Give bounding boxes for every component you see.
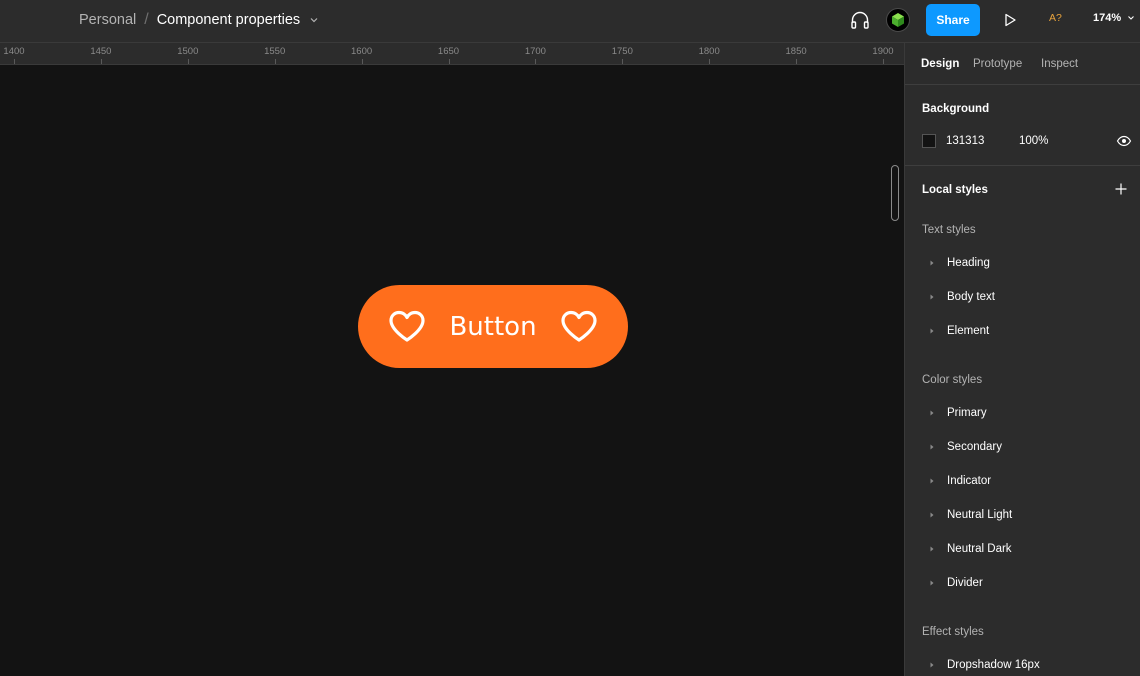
missing-fonts-indicator[interactable]: A?: [1049, 12, 1062, 24]
design-canvas[interactable]: Button: [0, 65, 904, 676]
ruler-tick-mark: [448, 59, 450, 64]
heart-icon: [560, 310, 598, 344]
style-label: Neutral Dark: [947, 543, 1012, 555]
properties-panel: Design Prototype Inspect Background 1313…: [904, 43, 1140, 676]
ruler-tick-mark: [535, 59, 537, 64]
color-style-item[interactable]: Divider: [922, 573, 1132, 593]
style-label: Divider: [947, 577, 983, 589]
ruler-tick-label: 1800: [698, 46, 720, 57]
tab-prototype[interactable]: Prototype: [973, 58, 1022, 70]
color-style-item[interactable]: Neutral Light: [922, 505, 1132, 525]
text-style-item[interactable]: Heading: [922, 253, 1132, 273]
ruler-tick-mark: [709, 59, 711, 64]
heart-icon: [388, 310, 426, 344]
top-toolbar: Personal / Component properties Share A?…: [0, 0, 1140, 43]
style-label: Indicator: [947, 475, 992, 487]
style-label: Neutral Light: [947, 509, 1013, 521]
style-label: Primary: [947, 407, 987, 419]
color-styles-heading: Color styles: [922, 374, 983, 386]
ruler-tick-mark: [14, 59, 15, 64]
effect-styles-heading: Effect styles: [922, 626, 984, 638]
ruler-tick-label: 1450: [90, 46, 112, 57]
zoom-dropdown[interactable]: 174%: [1093, 12, 1135, 24]
style-label: Element: [947, 325, 990, 337]
background-opacity-value[interactable]: 100%: [1019, 135, 1048, 147]
section-divider: [905, 165, 1140, 166]
zoom-level: 174%: [1093, 12, 1122, 24]
caret-right-icon: [928, 661, 936, 669]
color-style-item[interactable]: Secondary: [922, 437, 1132, 457]
ruler-tick-label: 1550: [264, 46, 286, 57]
ruler-tick-mark: [100, 59, 102, 64]
headphones-icon[interactable]: [849, 9, 871, 31]
caret-right-icon: [928, 579, 936, 587]
button-component[interactable]: Button: [358, 285, 628, 368]
caret-right-icon: [928, 477, 936, 485]
panel-tabs: Design Prototype Inspect: [905, 43, 1140, 85]
style-label: Secondary: [947, 441, 1002, 453]
ruler-tick-label: 1850: [785, 46, 807, 57]
button-label: Button: [449, 311, 537, 342]
background-section-title: Background: [922, 103, 990, 115]
chevron-down-icon: [1127, 14, 1135, 22]
background-fill-row[interactable]: 131313 100%: [922, 133, 1132, 149]
ruler-tick-mark: [883, 59, 884, 64]
style-label: Body text: [947, 291, 995, 303]
ruler-tick-label: 1750: [611, 46, 633, 57]
avatar[interactable]: [886, 8, 910, 32]
text-styles-heading: Text styles: [922, 224, 976, 236]
ruler-tick-mark: [796, 59, 798, 64]
horizontal-ruler: 1400 1450 1500 1550 1600 1650 1700 1750 1800 1850…: [0, 43, 904, 65]
ruler-tick-label: 1600: [351, 46, 373, 57]
play-icon[interactable]: [1001, 11, 1019, 29]
ruler-tick-mark: [622, 59, 624, 64]
eye-icon[interactable]: [1116, 133, 1132, 149]
effect-style-item[interactable]: Dropshadow 16px: [922, 655, 1132, 675]
text-style-item[interactable]: Element: [922, 321, 1132, 341]
caret-right-icon: [928, 511, 936, 519]
ruler-tick-mark: [274, 59, 276, 64]
caret-right-icon: [928, 545, 936, 553]
file-title[interactable]: Component properties: [157, 12, 300, 28]
ruler-tick-label: 1900: [872, 46, 894, 57]
style-label: Dropshadow 16px: [947, 659, 1040, 671]
ruler-tick-label: 1500: [177, 46, 199, 57]
background-hex-value[interactable]: 131313: [946, 135, 1019, 147]
caret-right-icon: [928, 259, 936, 267]
tab-design[interactable]: Design: [921, 58, 959, 70]
breadcrumb-team[interactable]: Personal: [79, 12, 136, 28]
ruler-tick-label: 1400: [3, 46, 25, 57]
breadcrumb: Personal / Component properties: [79, 0, 319, 40]
caret-right-icon: [928, 327, 936, 335]
color-style-item[interactable]: Primary: [922, 403, 1132, 423]
tab-inspect[interactable]: Inspect: [1041, 58, 1078, 70]
caret-right-icon: [928, 409, 936, 417]
color-style-item[interactable]: Neutral Dark: [922, 539, 1132, 559]
caret-right-icon: [928, 443, 936, 451]
share-button[interactable]: Share: [926, 4, 980, 36]
vertical-scrollbar[interactable]: [891, 165, 899, 221]
plus-icon[interactable]: [1114, 182, 1128, 196]
style-label: Heading: [947, 257, 990, 269]
background-color-swatch[interactable]: [922, 134, 936, 148]
ruler-tick-mark: [361, 59, 363, 64]
cube-icon: [892, 13, 904, 27]
color-style-item[interactable]: Indicator: [922, 471, 1132, 491]
chevron-down-icon[interactable]: [309, 15, 319, 25]
ruler-tick-label: 1700: [524, 46, 546, 57]
ruler-tick-mark: [187, 59, 189, 64]
text-style-item[interactable]: Body text: [922, 287, 1132, 307]
caret-right-icon: [928, 293, 936, 301]
local-styles-title: Local styles: [922, 184, 988, 196]
ruler-tick-label: 1650: [437, 46, 460, 57]
breadcrumb-separator: /: [144, 11, 149, 28]
